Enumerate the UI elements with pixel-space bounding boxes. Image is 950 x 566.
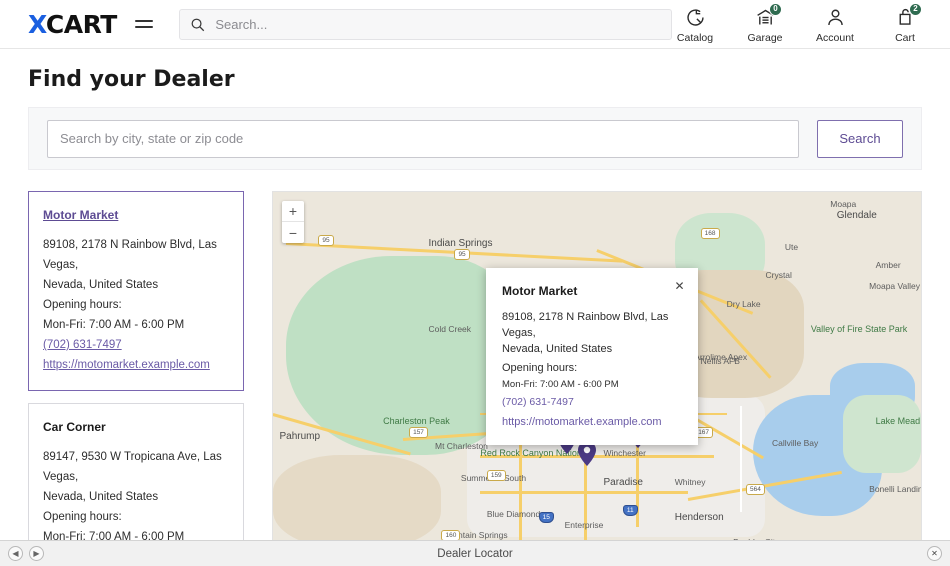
map-label: Amber [875, 259, 901, 270]
map-info-window: ✕ Motor Market 89108, 2178 N Rainbow Blv… [486, 268, 698, 445]
brand-logo[interactable]: XCART [28, 12, 117, 37]
dealer-hours: Mon-Fri: 7:00 AM - 6:00 PM [43, 319, 185, 331]
dealer-card-car-corner[interactable]: Car Corner 89147, 9530 W Tropicana Ave, … [28, 403, 244, 549]
map-label: Ute [784, 241, 799, 252]
dealer-hours-label: Opening hours: [43, 511, 122, 523]
status-bar-title: Dealer Locator [437, 547, 513, 560]
map-label: Lake Mead National Recreation Area [875, 416, 921, 427]
header-actions: Catalog 0 Garage Account 2 Cart [672, 2, 934, 44]
header-action-catalog[interactable]: Catalog [672, 5, 718, 44]
map-label: Blue Diamond [486, 508, 541, 519]
map-road [480, 491, 688, 494]
map-label: Dry Lake [726, 298, 761, 309]
map-zoom-out-button[interactable]: − [282, 222, 304, 243]
dealer-address-line2: Nevada, United States [43, 491, 159, 503]
close-icon[interactable]: ✕ [927, 546, 942, 561]
cart-badge: 2 [909, 2, 922, 16]
map-label: Moapa [830, 199, 857, 210]
status-bar-nav: ◀ ▶ [8, 546, 44, 561]
dealer-search-button[interactable]: Search [817, 119, 903, 158]
info-window-hours-label: Opening hours: [502, 362, 578, 374]
map-route-shield: 95 [318, 234, 334, 246]
map-label: Charleston Peak [383, 416, 450, 427]
header-action-label: Catalog [676, 31, 714, 44]
map-label: Valley of Fire State Park [810, 323, 908, 334]
header-action-label: Cart [895, 31, 915, 44]
hamburger-bar [134, 26, 154, 28]
dealer-search-panel: Search [28, 107, 922, 170]
dealer-phone-link[interactable]: (702) 631-7497 [43, 335, 229, 355]
page-title: Find your Dealer [28, 67, 235, 92]
global-search-input[interactable] [215, 16, 661, 32]
map-label: Callville Bay [771, 437, 819, 448]
map-label: Arrolime Apex [694, 352, 748, 363]
map-label: Glendale [836, 209, 877, 221]
top-header: XCART Catalog [0, 0, 950, 49]
header-action-label: Garage [747, 31, 783, 44]
dealer-hours-label: Opening hours: [43, 299, 122, 311]
map-road [739, 405, 742, 513]
map-route-shield: 15 [538, 512, 554, 524]
page-body: Find your Dealer Search Motor Market 891… [0, 67, 950, 549]
map-route-shield: 157 [409, 426, 428, 438]
map-route-shield: 95 [454, 248, 470, 260]
map-route-shield: 564 [746, 483, 765, 495]
search-icon [190, 17, 205, 32]
header-action-garage[interactable]: 0 Garage [742, 2, 788, 44]
map-label: Indian Springs [428, 238, 493, 250]
map-route-shield: 159 [486, 469, 506, 481]
map-label: Bonelli Landing [869, 483, 922, 494]
map-label: Moapa Valley [869, 281, 921, 291]
map-zoom-in-button[interactable]: + [282, 201, 304, 222]
logo-accent-letter: X [28, 9, 46, 39]
map-label: Whitney [674, 476, 706, 487]
map-route-shield: 168 [700, 227, 720, 239]
map-route-shield: 11 [622, 505, 638, 517]
dealer-name-link[interactable]: Motor Market [43, 208, 229, 222]
map-desert-area [273, 455, 442, 548]
dealer-list: Motor Market 89108, 2178 N Rainbow Blvd,… [28, 191, 244, 549]
logo-rest: CART [45, 9, 117, 39]
map-label: Enterprise [564, 519, 604, 530]
info-window-phone-link[interactable]: (702) 631-7497 [502, 393, 682, 411]
dealer-name: Car Corner [43, 420, 106, 434]
map-label: Crystal [765, 270, 792, 281]
arrow-left-icon[interactable]: ◀ [8, 546, 23, 561]
info-window-title: Motor Market [502, 284, 578, 298]
account-icon [825, 7, 846, 29]
map-recreation-area [843, 394, 921, 474]
dealer-search-input[interactable] [47, 119, 799, 158]
hamburger-bar [134, 20, 154, 22]
dealer-address-line1: 89147, 9530 W Tropicana Ave, Las Vegas, [43, 451, 222, 483]
map-label: Winchester [603, 448, 646, 459]
dealer-website-link[interactable]: https://motomarket.example.com [43, 355, 229, 375]
close-icon[interactable]: ✕ [673, 280, 686, 293]
map-label: Paradise [603, 476, 643, 488]
info-window-website-link[interactable]: https://motomarket.example.com [502, 413, 682, 431]
info-window-hours: Mon-Fri: 7:00 AM - 6:00 PM [502, 379, 619, 390]
map-label: Pahrump [279, 430, 321, 442]
hamburger-icon[interactable] [134, 16, 154, 32]
status-bar: ◀ ▶ Dealer Locator ✕ [0, 540, 950, 566]
header-action-cart[interactable]: 2 Cart [882, 2, 928, 44]
header-action-label: Account [816, 31, 854, 44]
map-zoom-controls: + − [282, 201, 304, 243]
locator-content: Motor Market 89108, 2178 N Rainbow Blvd,… [28, 191, 922, 549]
arrow-right-icon[interactable]: ▶ [29, 546, 44, 561]
dealer-address-line2: Nevada, United States [43, 279, 159, 291]
map-label: Red Rock Canyon National [480, 448, 589, 459]
catalog-icon [685, 7, 706, 29]
map-label: Henderson [674, 512, 724, 524]
header-action-account[interactable]: Account [812, 5, 858, 44]
info-window-address-line1: 89108, 2178 N Rainbow Blvd, Las Vegas, [502, 311, 669, 339]
map-label: Cold Creek [428, 323, 472, 334]
info-window-address-line2: Nevada, United States [502, 343, 613, 355]
garage-badge: 0 [769, 2, 782, 16]
dealer-address-line1: 89108, 2178 N Rainbow Blvd, Las Vegas, [43, 239, 217, 271]
dealer-map[interactable]: Indian Springs Cold Creek Charleston Pea… [272, 191, 922, 549]
global-search-box[interactable] [179, 8, 672, 40]
dealer-card-motor-market[interactable]: Motor Market 89108, 2178 N Rainbow Blvd,… [28, 191, 244, 391]
